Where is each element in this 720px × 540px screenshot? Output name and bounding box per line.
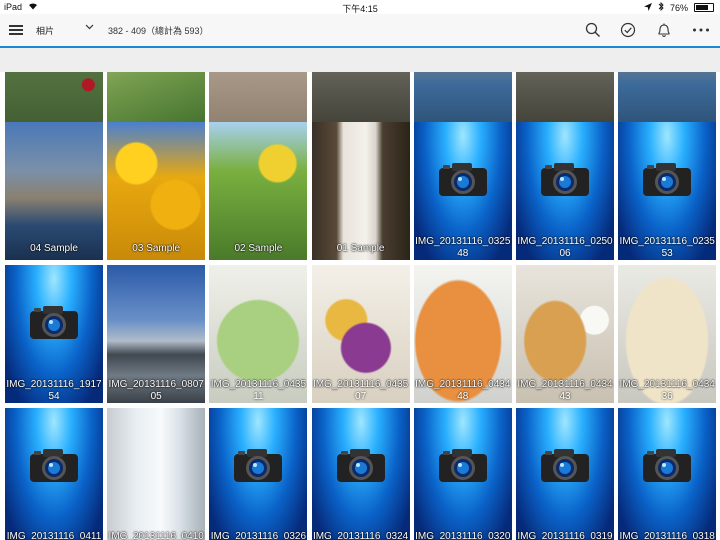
photo-tile[interactable]: IMG_20131116_0324 [311, 408, 410, 540]
photo-tile[interactable]: 05 IMG_20131116_0807 [107, 265, 206, 403]
photo-tile[interactable]: 54 IMG_20131116_1917 [5, 265, 103, 403]
ellipsis-icon[interactable] [692, 22, 710, 38]
camera-icon [539, 446, 591, 484]
photo-caption: IMG_20131116_0435 [210, 379, 307, 390]
photo-caption: IMG_20131116_0807 [108, 379, 204, 390]
photo-caption: 04 Sample [30, 243, 78, 254]
folder-label: 相片 [36, 26, 55, 36]
folder-dropdown[interactable]: 相片 [36, 24, 94, 38]
photo-caption: 03 Sample [132, 243, 181, 254]
photo-caption-suffix: 11 [253, 391, 264, 402]
photo-caption-suffix: 05 [150, 391, 162, 402]
photo-tile[interactable]: 43 IMG_20131116_0434 [516, 265, 614, 403]
photo-grid[interactable]: 11 Sample10 Sample09 Sample08 Sample07 S… [0, 72, 720, 540]
photo-tile[interactable]: 11 IMG_20131116_0435 [209, 265, 308, 403]
photo-caption: IMG_20131116_0434 [619, 379, 715, 390]
bell-icon[interactable] [656, 22, 672, 38]
photo-caption: IMG_20131116_0324 [312, 531, 409, 540]
photo-tile[interactable]: IMG_20131116_0318 [618, 408, 717, 540]
camera-icon [28, 303, 80, 341]
photo-tile[interactable]: IMG_20131116_0411 [5, 408, 103, 540]
photo-caption: IMG_20131116_0434 [517, 379, 613, 390]
photo-tile[interactable]: IMG_20131116_0326 [209, 408, 308, 540]
photo-tile[interactable]: IMG_20131116_0410 [107, 408, 206, 540]
photo-caption-suffix: 48 [457, 391, 469, 402]
photo-caption: 02 Sample [234, 243, 283, 254]
grid-header-spacer [0, 48, 720, 72]
photo-caption: IMG_20131116_0435 [312, 379, 409, 390]
photo-caption: IMG_20131116_0319 [517, 531, 613, 540]
camera-icon [641, 160, 693, 198]
battery-percent: 76% [669, 2, 688, 13]
photo-caption-suffix: 07 [355, 391, 367, 402]
battery-icon [694, 3, 714, 12]
photo-caption: IMG_20131116_0410 [108, 531, 204, 540]
photo-tile[interactable]: IMG_20131116_0319 [516, 408, 614, 540]
photo-tile[interactable]: 04 Sample [5, 122, 103, 260]
camera-icon [437, 160, 489, 198]
photo-caption-suffix: 53 [661, 248, 673, 259]
photo-caption: IMG_20131116_0318 [619, 531, 715, 540]
status-bar: iPad 下午4:15 76% [0, 0, 720, 14]
search-icon[interactable] [585, 22, 601, 38]
camera-icon [539, 160, 591, 198]
check-circle-icon[interactable] [620, 22, 636, 38]
photo-range: 382 - 409（總計為 593） [108, 26, 209, 36]
photo-tile[interactable]: 36 IMG_20131116_0434 [618, 265, 717, 403]
camera-icon [641, 446, 693, 484]
chevron-down-icon [85, 22, 94, 34]
photo-caption-suffix: 36 [661, 391, 673, 402]
photo-caption-suffix: 43 [559, 391, 571, 402]
photo-tile[interactable]: 01 Sample [311, 122, 410, 260]
photo-tile[interactable]: 48 IMG_20131116_0325 [413, 122, 512, 260]
photo-tile[interactable]: 03 Sample [107, 122, 206, 260]
photo-tile[interactable]: 06 IMG_20131116_0250 [516, 122, 614, 260]
photo-caption: 01 Sample [336, 243, 385, 254]
photo-caption: IMG_20131116_0326 [210, 531, 307, 540]
photo-caption-suffix: 48 [457, 248, 469, 259]
photo-caption: IMG_20131116_1917 [6, 379, 102, 390]
camera-icon [437, 446, 489, 484]
camera-icon [335, 446, 387, 484]
photo-caption-suffix: 54 [48, 391, 60, 402]
photo-caption: IMG_20131116_0320 [415, 531, 511, 540]
photo-tile[interactable]: 53 IMG_20131116_0235 [618, 122, 717, 260]
camera-icon [28, 446, 80, 484]
photo-tile[interactable]: 48 IMG_20131116_0434 [413, 265, 512, 403]
photo-tile[interactable]: 07 IMG_20131116_0435 [311, 265, 410, 403]
camera-icon [232, 446, 284, 484]
photo-caption: IMG_20131116_0235 [619, 236, 715, 247]
photo-tile[interactable]: IMG_20131116_0320 [413, 408, 512, 540]
photo-caption: IMG_20131116_0434 [415, 379, 511, 390]
photo-tile[interactable]: 02 Sample [209, 122, 308, 260]
photo-caption: IMG_20131116_0250 [517, 236, 613, 247]
bluetooth-icon [658, 1, 664, 13]
location-icon [643, 2, 652, 13]
toolbar: 相片 382 - 409（總計為 593） [0, 14, 720, 48]
photo-caption: IMG_20131116_0325 [415, 236, 511, 247]
photo-caption-suffix: 06 [559, 248, 571, 259]
photo-caption: IMG_20131116_0411 [6, 531, 102, 540]
hamburger-icon[interactable] [9, 25, 23, 35]
